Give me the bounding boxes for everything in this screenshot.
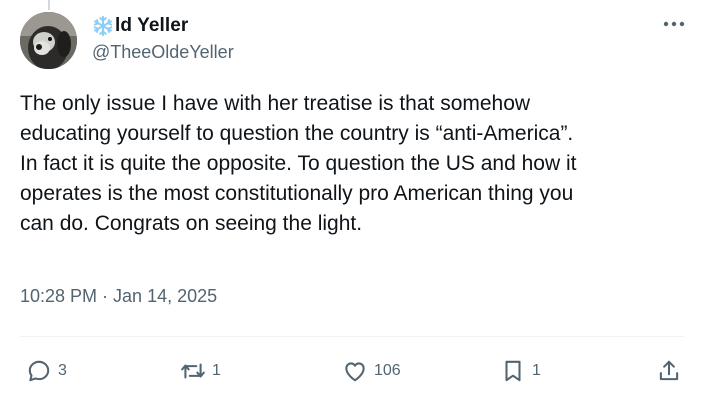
- tweet-card: ld Yeller @TheeOldeYeller The only issue…: [0, 0, 704, 400]
- thread-line: [48, 0, 50, 10]
- dog-photo: [20, 12, 77, 69]
- repost-button[interactable]: 1: [180, 356, 221, 386]
- tweet-line: operates is the most constitutionally pr…: [20, 182, 574, 205]
- author-handle[interactable]: @TheeOldeYeller: [92, 42, 234, 63]
- divider: [20, 336, 684, 337]
- like-button[interactable]: 106: [342, 356, 401, 386]
- reply-count: 3: [58, 362, 67, 379]
- bookmark-count: 1: [532, 362, 541, 379]
- share-icon: [659, 360, 679, 381]
- bookmark-icon: [505, 360, 521, 382]
- tweet-line: can do. Congrats on seeing the light.: [20, 212, 363, 235]
- more-options-button[interactable]: [660, 12, 688, 36]
- repost-count: 1: [212, 362, 221, 379]
- display-name[interactable]: ld Yeller: [115, 15, 188, 37]
- tweet-line: In fact it is quite the opposite. To que…: [20, 152, 577, 175]
- reply-icon: [28, 360, 50, 382]
- like-count: 106: [374, 362, 401, 379]
- reply-button[interactable]: 3: [26, 356, 67, 386]
- repost-icon: [181, 363, 205, 379]
- author-name-row[interactable]: ld Yeller: [92, 14, 188, 38]
- date-link[interactable]: Jan 14, 2025: [113, 286, 217, 307]
- tweet-line: educating yourself to question the count…: [20, 122, 574, 145]
- share-button[interactable]: [656, 356, 682, 386]
- more-dots-icon: [663, 21, 685, 27]
- time-link[interactable]: 10:28 PM: [20, 286, 97, 307]
- timestamp: 10:28 PM · Jan 14, 2025: [20, 286, 217, 307]
- tweet-line: The only issue I have with her treatise …: [20, 92, 531, 115]
- bookmark-button[interactable]: 1: [500, 356, 541, 386]
- tweet-text: The only issue I have with her treatise …: [20, 89, 690, 239]
- heart-icon: [345, 362, 365, 382]
- avatar[interactable]: [20, 12, 77, 69]
- timestamp-separator: ·: [102, 286, 109, 306]
- snowflake-icon: [93, 15, 113, 37]
